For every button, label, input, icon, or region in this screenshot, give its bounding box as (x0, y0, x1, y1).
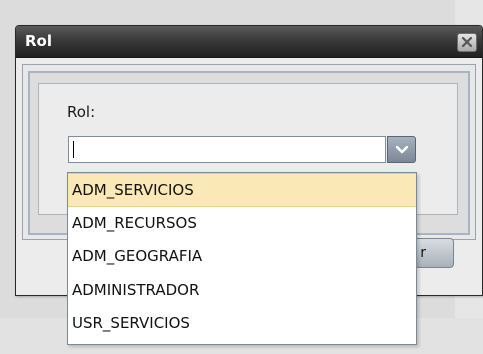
dropdown-item-administrador[interactable]: ADMINISTRADOR (68, 274, 416, 308)
text-caret (73, 141, 74, 158)
chevron-down-icon (396, 146, 408, 154)
rol-field-label: Rol: (67, 103, 96, 121)
rol-combo-dropdown-button[interactable] (387, 136, 416, 163)
close-icon (462, 37, 472, 47)
close-button[interactable] (457, 33, 477, 52)
dialog-titlebar[interactable]: Rol (16, 26, 482, 58)
dropdown-item-adm-geografia[interactable]: ADM_GEOGRAFIA (68, 240, 416, 274)
rol-combo-input[interactable] (68, 136, 386, 163)
dropdown-item-adm-recursos[interactable]: ADM_RECURSOS (68, 207, 416, 241)
dropdown-item-adm-servicios[interactable]: ADM_SERVICIOS (68, 173, 416, 207)
rol-dropdown-list: ADM_SERVICIOS ADM_RECURSOS ADM_GEOGRAFIA… (67, 172, 417, 345)
dropdown-item-usr-servicios[interactable]: USR_SERVICIOS (68, 307, 416, 341)
dialog-title: Rol (25, 32, 52, 50)
